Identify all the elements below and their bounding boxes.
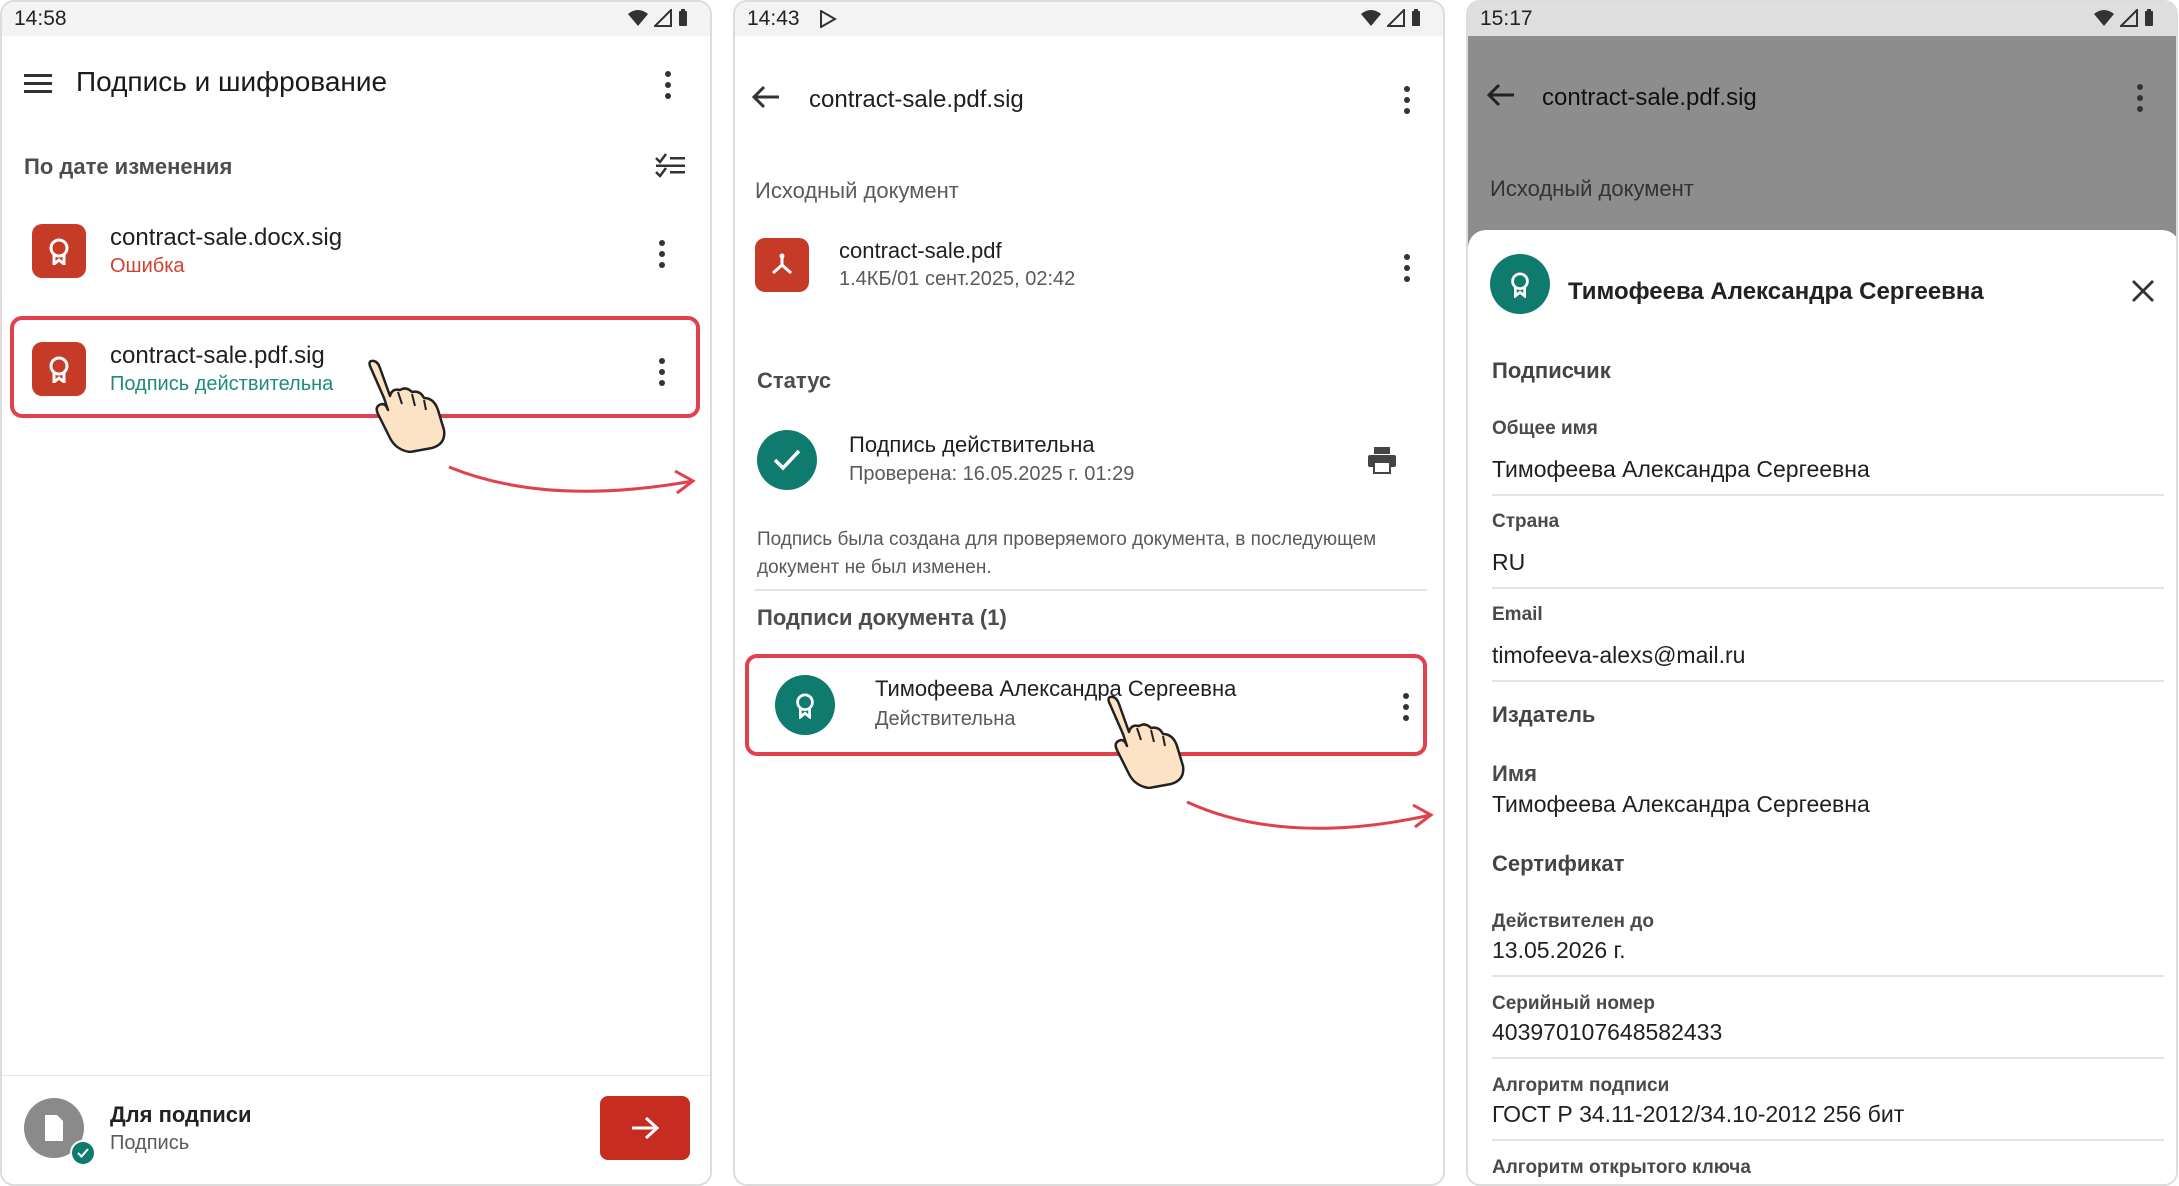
status-icons	[628, 9, 688, 27]
item-status-valid: Подпись действительна	[110, 373, 334, 395]
sheet-title: Тимофеева Александра Сергеевна	[1568, 278, 1984, 305]
status-time: 14:43	[747, 7, 800, 30]
battery-icon	[2145, 9, 2153, 26]
signature-algorithm-label: Алгоритм подписи	[1492, 1075, 1670, 1096]
back-arrow-icon	[1486, 83, 1514, 107]
issuer-header: Издатель	[1492, 702, 1596, 727]
item-file-name: contract-sale.pdf.sig	[110, 342, 325, 369]
source-file-meta: 1.4КБ/01 сент.2025, 02:42	[839, 268, 1076, 290]
common-name-label: Общее имя	[1492, 418, 1598, 439]
back-arrow-icon[interactable]	[751, 84, 781, 110]
battery-icon	[1412, 9, 1420, 26]
item-status-error: Ошибка	[110, 255, 185, 277]
status-bar: 15:17	[1468, 2, 2176, 36]
issuer-name-label: Имя	[1492, 761, 1537, 786]
wifi-icon	[628, 10, 648, 26]
email-value: timofeeva-alexs@mail.ru	[1492, 642, 1746, 668]
swipe-arrow-icon	[448, 465, 696, 495]
overflow-menu-icon	[2136, 84, 2144, 117]
status-icons	[2094, 9, 2154, 27]
status-description: Подпись была создана для проверяемого до…	[757, 529, 1377, 578]
status-header: Статус	[757, 368, 832, 393]
divider	[1492, 587, 2164, 589]
certificate-header: Сертификат	[1492, 851, 1625, 876]
play-store-icon	[820, 10, 837, 28]
status-icons	[1361, 9, 1421, 27]
divider	[1492, 494, 2164, 496]
screen-signer-details: 15:17 contract-sale.pdf.sig Исходный док…	[1466, 0, 2178, 1186]
status-bar: 14:43	[735, 2, 1443, 36]
screen-file-details: 14:43 contract-sale.pdf.sig Исходный док…	[733, 0, 1445, 1186]
item-overflow-icon[interactable]	[658, 358, 666, 391]
screen-title: contract-sale.pdf.sig	[809, 86, 1024, 113]
valid-until-value: 13.05.2026 г.	[1492, 937, 1626, 963]
close-icon[interactable]	[2130, 278, 2156, 304]
signer-avatar-icon	[1490, 254, 1550, 314]
divider	[1492, 1057, 2164, 1059]
screen-title: contract-sale.pdf.sig	[1542, 84, 1757, 111]
document-icon	[45, 1115, 63, 1141]
signature-algorithm-value: ГОСТ Р 34.11-2012/34.10-2012 256 бит	[1492, 1101, 1905, 1127]
divider	[1492, 680, 2164, 682]
valid-until-label: Действителен до	[1492, 911, 1654, 932]
serial-value: 403970107648582433	[1492, 1019, 1723, 1045]
email-label: Email	[1492, 604, 1543, 625]
divider	[1492, 975, 2164, 977]
serial-label: Серийный номер	[1492, 993, 1655, 1014]
signature-file-icon	[32, 342, 86, 396]
status-checked-date: Проверена: 16.05.2025 г. 01:29	[849, 463, 1135, 485]
divider	[1492, 1139, 2164, 1141]
wifi-icon	[2094, 10, 2114, 26]
status-time: 14:58	[14, 7, 67, 30]
proceed-button[interactable]	[600, 1096, 690, 1160]
overflow-menu-icon[interactable]	[1403, 86, 1411, 119]
multi-select-icon[interactable]	[654, 152, 686, 180]
battery-icon	[679, 9, 687, 26]
source-doc-header: Исходный документ	[1490, 176, 1694, 201]
issuer-name-value: Тимофеева Александра Сергеевна	[1492, 791, 1870, 817]
item-overflow-icon[interactable]	[658, 240, 666, 273]
country-label: Страна	[1492, 511, 1560, 532]
dimmed-background[interactable]	[1468, 36, 2176, 246]
overflow-menu-icon[interactable]	[664, 71, 672, 104]
signer-status: Действительна	[875, 708, 1016, 730]
footer-title: Для подписи	[110, 1102, 252, 1127]
signature-file-icon	[32, 224, 86, 278]
signal-icon	[1387, 9, 1405, 27]
sort-label[interactable]: По дате изменения	[24, 154, 232, 180]
file-overflow-icon[interactable]	[1403, 254, 1411, 287]
signatures-header: Подписи документа (1)	[757, 605, 1007, 630]
status-time: 15:17	[1480, 7, 1533, 30]
footer-subtitle: Подпись	[110, 1132, 190, 1154]
screen-file-list: 14:58 Подпись и шифрование По дате измен…	[0, 0, 712, 1186]
signal-icon	[654, 9, 672, 27]
status-bar: 14:58	[2, 2, 710, 36]
check-badge-icon	[70, 1140, 96, 1166]
signer-row[interactable]	[749, 658, 1423, 752]
subscriber-header: Подписчик	[1492, 358, 1611, 383]
public-key-algorithm-label: Алгоритм открытого ключа	[1492, 1157, 1751, 1178]
print-icon[interactable]	[1367, 446, 1397, 474]
signer-avatar-icon	[775, 675, 835, 735]
common-name-value: Тимофеева Александра Сергеевна	[1492, 456, 1870, 482]
wifi-icon	[1361, 10, 1381, 26]
valid-check-icon	[757, 430, 817, 490]
pointing-hand-icon	[1107, 695, 1185, 789]
arrow-right-icon	[632, 1116, 660, 1140]
pdf-file-icon	[755, 238, 809, 292]
swipe-arrow-icon	[1186, 800, 1434, 830]
signal-icon	[2120, 9, 2138, 27]
divider	[755, 589, 1427, 591]
signer-overflow-icon[interactable]	[1402, 693, 1410, 726]
source-doc-header: Исходный документ	[755, 178, 959, 203]
pointing-hand-icon	[368, 359, 446, 453]
app-title: Подпись и шифрование	[76, 66, 388, 97]
source-file-name: contract-sale.pdf	[839, 238, 1002, 263]
hamburger-menu-icon[interactable]	[24, 72, 54, 96]
country-value: RU	[1492, 549, 1526, 575]
item-file-name: contract-sale.docx.sig	[110, 224, 343, 251]
status-title: Подпись действительна	[849, 432, 1095, 457]
